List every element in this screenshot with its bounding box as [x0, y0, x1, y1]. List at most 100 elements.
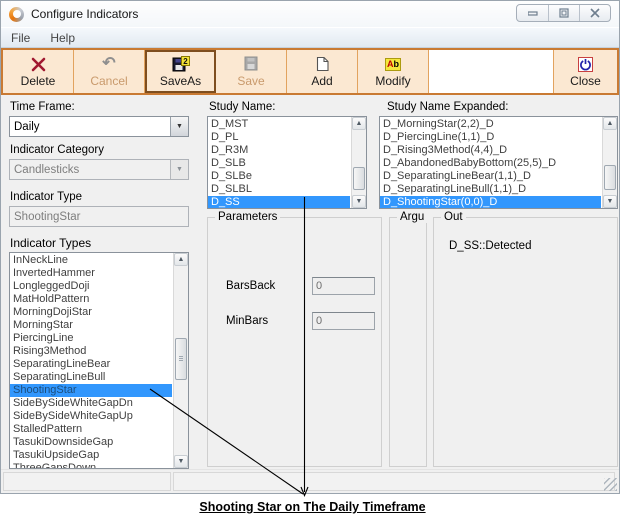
scrollbar[interactable]: ▲ ▼ — [351, 117, 366, 208]
list-item[interactable]: D_AbandonedBabyBottom(25,5)_D — [380, 157, 601, 170]
list-item[interactable]: Rising3Method — [10, 345, 172, 358]
indicator-type-field: ShootingStar — [9, 206, 189, 227]
indicator-types-list[interactable]: InNeckLine InvertedHammer LongleggedDoji Ma… — [9, 252, 189, 469]
close-icon — [590, 8, 600, 18]
window-title: Configure Indicators — [31, 7, 139, 21]
restore-icon — [559, 8, 569, 18]
list-item[interactable]: LongleggedDoji — [10, 280, 172, 293]
list-item[interactable]: D_SeparatingLineBear(1,1)_D — [380, 170, 601, 183]
list-item[interactable]: TasukiDownsideGap — [10, 436, 172, 449]
scroll-up-icon[interactable]: ▲ — [174, 253, 188, 266]
scroll-down-icon[interactable]: ▼ — [603, 195, 617, 208]
list-item[interactable]: D_PiercingLine(1,1)_D — [380, 131, 601, 144]
resize-grip[interactable] — [604, 478, 617, 491]
list-item[interactable]: StalledPattern — [10, 423, 172, 436]
cancel-label: Cancel — [90, 74, 128, 88]
out-groupbox: Out D_SS::Detected — [433, 211, 618, 467]
scrollbar[interactable]: ▲ ▼ — [602, 117, 617, 208]
study-name-expanded-label: Study Name Expanded: — [387, 101, 509, 113]
save-button: Save — [216, 50, 287, 93]
barsback-input — [312, 277, 375, 295]
chevron-down-icon: ▼ — [170, 160, 188, 179]
annotation-caption: Shooting Star on The Daily Timeframe — [199, 500, 426, 514]
out-value: D_SS::Detected — [449, 240, 532, 252]
chevron-down-icon[interactable]: ▼ — [170, 117, 188, 136]
list-item[interactable]: D_SLBe — [208, 170, 350, 183]
close-window-button[interactable] — [579, 5, 610, 21]
study-name-list[interactable]: D_MST D_PL D_R3M D_SLB D_SLBe D_SLBL D_SS ▲ ▼ — [207, 116, 367, 209]
scroll-up-icon[interactable]: ▲ — [603, 117, 617, 130]
saveas-button[interactable]: 2 SaveAs — [145, 50, 216, 93]
thumb-grip-icon — [179, 356, 183, 362]
restore-button[interactable] — [548, 5, 579, 21]
list-item[interactable]: SeparatingLineBull — [10, 371, 172, 384]
list-item[interactable]: D_MorningStar(2,2)_D — [380, 118, 601, 131]
list-item[interactable]: D_SeparatingLineBull(1,1)_D — [380, 183, 601, 196]
cancel-button: ↶ Cancel — [74, 50, 145, 93]
list-item[interactable]: D_SS — [208, 196, 350, 208]
menu-help[interactable]: Help — [40, 28, 85, 47]
list-item[interactable]: D_MST — [208, 118, 350, 131]
minimize-button[interactable] — [517, 5, 548, 21]
indicator-category-value: Candlesticks — [14, 163, 80, 176]
scroll-up-icon[interactable]: ▲ — [352, 117, 366, 130]
close-label: Close — [570, 74, 601, 88]
list-item[interactable]: D_R3M — [208, 144, 350, 157]
status-pane-right — [173, 472, 615, 491]
scroll-thumb[interactable] — [604, 165, 616, 190]
study-name-label: Study Name: — [209, 101, 276, 113]
list-item[interactable]: ShootingStar — [10, 384, 172, 397]
delete-button[interactable]: Delete — [3, 50, 74, 93]
list-item[interactable]: MatHoldPattern — [10, 293, 172, 306]
floppy-saveas-icon: 2 — [172, 55, 190, 73]
ab-edit-icon: Ab — [385, 57, 401, 71]
list-item[interactable]: D_Rising3Method(4,4)_D — [380, 144, 601, 157]
window-controls — [516, 4, 611, 22]
minbars-label: MinBars — [226, 315, 269, 327]
power-close-icon — [578, 55, 593, 73]
list-item[interactable]: D_PL — [208, 131, 350, 144]
list-item[interactable]: ThreeGapsDown — [10, 462, 172, 468]
modify-label: Modify — [375, 74, 411, 88]
client-area: Time Frame: Daily ▼ Indicator Category C… — [1, 95, 619, 471]
list-item[interactable]: D_SLB — [208, 157, 350, 170]
list-item[interactable]: InvertedHammer — [10, 267, 172, 280]
add-button[interactable]: Add — [287, 50, 358, 93]
barsback-label: BarsBack — [226, 280, 276, 292]
new-page-icon — [315, 55, 330, 73]
save-label: Save — [237, 74, 265, 88]
time-frame-value: Daily — [14, 120, 40, 133]
scroll-thumb[interactable] — [175, 338, 187, 380]
out-title: Out — [441, 211, 466, 223]
minbars-input — [312, 312, 375, 330]
list-item[interactable]: SideBySideWhiteGapDn — [10, 397, 172, 410]
list-item[interactable]: D_ShootingStar(0,0)_D — [380, 196, 601, 208]
list-item[interactable]: TasukiUpsideGap — [10, 449, 172, 462]
scrollbar[interactable]: ▲ ▼ — [173, 253, 188, 468]
list-item[interactable]: D_SLBL — [208, 183, 350, 196]
list-item[interactable]: MorningDojiStar — [10, 306, 172, 319]
minimize-icon — [527, 10, 538, 16]
close-button[interactable]: Close — [553, 50, 617, 93]
scroll-thumb[interactable] — [353, 167, 365, 190]
floppy-save-icon — [243, 55, 259, 73]
toolbar: Delete ↶ Cancel 2 SaveAs Save Add Ab Mod… — [1, 48, 619, 95]
modify-button[interactable]: Ab Modify — [358, 50, 429, 93]
undo-arrow-icon: ↶ — [102, 55, 116, 72]
status-pane-left — [3, 472, 171, 491]
list-item[interactable]: InNeckLine — [10, 254, 172, 267]
list-item[interactable]: SideBySideWhiteGapUp — [10, 410, 172, 423]
delete-label: Delete — [20, 74, 56, 88]
study-name-expanded-list[interactable]: D_MorningStar(2,2)_D D_PiercingLine(1,1)_… — [379, 116, 618, 209]
scroll-down-icon[interactable]: ▼ — [174, 455, 188, 468]
menu-file[interactable]: File — [1, 28, 40, 47]
time-frame-combobox[interactable]: Daily ▼ — [9, 116, 189, 137]
delete-x-icon — [30, 55, 47, 73]
scroll-down-icon[interactable]: ▼ — [352, 195, 366, 208]
list-item[interactable]: SeparatingLineBear — [10, 358, 172, 371]
list-item[interactable]: MorningStar — [10, 319, 172, 332]
list-item[interactable]: PiercingLine — [10, 332, 172, 345]
saveas-label: SaveAs — [159, 74, 202, 88]
menu-bar: File Help — [1, 27, 619, 48]
parameters-groupbox: Parameters BarsBack MinBars — [207, 211, 382, 467]
